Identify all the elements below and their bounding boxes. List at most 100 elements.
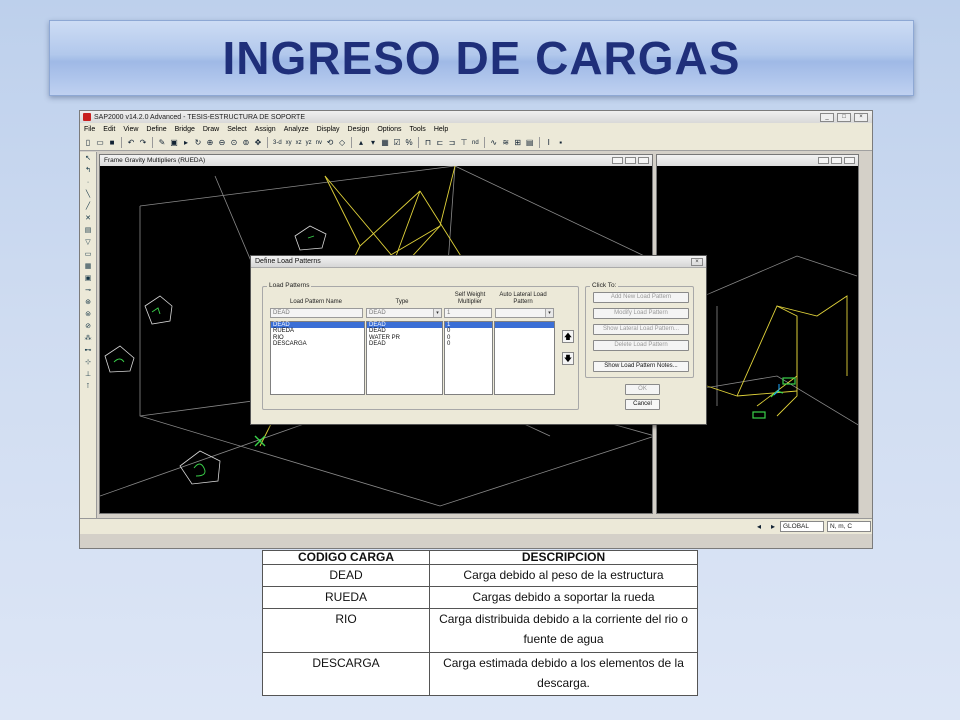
- run-icon[interactable]: ▸: [181, 138, 191, 148]
- area-icon[interactable]: ▤: [83, 226, 94, 236]
- quick-draw-icon[interactable]: ╱: [83, 202, 94, 212]
- menu-item-help[interactable]: Help: [434, 126, 448, 133]
- menu-item-define[interactable]: Define: [146, 126, 166, 133]
- get-previous-icon[interactable]: ⊜: [83, 310, 94, 320]
- show-lateral-load-pattern-button[interactable]: Show Lateral Load Pattern...: [593, 324, 689, 335]
- display-options-icon[interactable]: ▪: [556, 138, 566, 148]
- move-up-button[interactable]: 🡅: [562, 330, 574, 343]
- redo-icon[interactable]: ↷: [138, 138, 148, 148]
- zoom-out-icon[interactable]: ⊖: [217, 138, 227, 148]
- frame-release-icon[interactable]: ⊤: [459, 138, 469, 148]
- snap-intersection-icon[interactable]: ⊹: [83, 358, 94, 368]
- poly-area-icon[interactable]: ▽: [83, 238, 94, 248]
- reshape-icon[interactable]: ↰: [83, 166, 94, 176]
- view-nd-button[interactable]: nd: [471, 140, 480, 146]
- dialog-close-button[interactable]: ×: [691, 257, 703, 266]
- menu-item-file[interactable]: File: [84, 126, 95, 133]
- view-maximize-button[interactable]: [831, 157, 842, 164]
- zoom-full-icon[interactable]: ⊚: [241, 138, 251, 148]
- delete-load-pattern-button[interactable]: Delete Load Pattern: [593, 340, 689, 351]
- load-type-list[interactable]: DEAD DEAD WATER PR DEAD: [366, 321, 443, 395]
- self-weight-list[interactable]: 1000: [444, 321, 493, 395]
- menu-item-assign[interactable]: Assign: [255, 126, 276, 133]
- draw-frame-icon[interactable]: ╲: [83, 190, 94, 200]
- move-down-icon[interactable]: ▾: [368, 138, 378, 148]
- new-file-icon[interactable]: ▯: [83, 138, 93, 148]
- menu-item-edit[interactable]: Edit: [103, 126, 115, 133]
- scroll-right-icon[interactable]: ▸: [768, 522, 778, 532]
- self-weight-item[interactable]: 0: [445, 341, 492, 347]
- menu-item-bridge[interactable]: Bridge: [175, 126, 195, 133]
- view-maximize-button[interactable]: [625, 157, 636, 164]
- add-load-pattern-button[interactable]: Add New Load Pattern: [593, 292, 689, 303]
- minimize-button[interactable]: _: [820, 112, 834, 122]
- modify-load-pattern-button[interactable]: Modify Load Pattern: [593, 308, 689, 319]
- menu-item-display[interactable]: Display: [317, 126, 340, 133]
- auto-lateral-item[interactable]: [495, 341, 554, 347]
- perspective-icon[interactable]: ◇: [337, 138, 347, 148]
- pan-icon[interactable]: ✥: [253, 138, 263, 148]
- zoom-window-icon[interactable]: ⊙: [229, 138, 239, 148]
- snap-lines-icon[interactable]: ⊺: [83, 382, 94, 392]
- view-close-button[interactable]: [638, 157, 649, 164]
- solid-icon[interactable]: ▣: [83, 274, 94, 284]
- menu-item-select[interactable]: Select: [227, 126, 246, 133]
- rect-area-icon[interactable]: ▭: [83, 250, 94, 260]
- forces-icon[interactable]: ≋: [501, 138, 511, 148]
- move-up-icon[interactable]: ▴: [356, 138, 366, 148]
- view-xy-button[interactable]: xy: [285, 140, 293, 146]
- link-icon[interactable]: ⊸: [83, 286, 94, 296]
- view-minimize-button[interactable]: [818, 157, 829, 164]
- units-select[interactable]: N, m, C: [827, 521, 871, 532]
- close-button[interactable]: ×: [854, 112, 868, 122]
- view-xz-button[interactable]: xz: [295, 140, 303, 146]
- section-designer-icon[interactable]: I: [544, 138, 554, 148]
- load-pattern-name-list[interactable]: DEAD RUEDA RIO DESCARGA: [270, 321, 365, 395]
- chevron-down-icon[interactable]: ▾: [433, 309, 441, 317]
- zoom-in-icon[interactable]: ⊕: [205, 138, 215, 148]
- deformed-shape-icon[interactable]: ∿: [489, 138, 499, 148]
- frame-draw-icon[interactable]: ⊏: [435, 138, 445, 148]
- maximize-button[interactable]: □: [837, 112, 851, 122]
- menu-item-analyze[interactable]: Analyze: [284, 126, 309, 133]
- point-icon[interactable]: ·: [83, 178, 94, 188]
- load-type-select[interactable]: DEAD ▾: [366, 308, 442, 318]
- output-icon[interactable]: ▤: [525, 138, 535, 148]
- open-file-icon[interactable]: ▭: [95, 138, 105, 148]
- menu-item-design[interactable]: Design: [348, 126, 370, 133]
- lock-icon[interactable]: ▣: [169, 138, 179, 148]
- self-weight-input[interactable]: 1: [444, 308, 492, 318]
- menu-item-options[interactable]: Options: [377, 126, 401, 133]
- chevron-down-icon[interactable]: ▾: [545, 309, 553, 317]
- grid-icon[interactable]: ▦: [380, 138, 390, 148]
- view-minimize-button[interactable]: [612, 157, 623, 164]
- load-pattern-name-item[interactable]: DESCARGA: [271, 341, 364, 347]
- undo-icon[interactable]: ↶: [126, 138, 136, 148]
- ok-button[interactable]: OK: [625, 384, 660, 395]
- load-type-item[interactable]: DEAD: [367, 341, 442, 347]
- auto-lateral-select[interactable]: ▾: [495, 308, 554, 318]
- select-all-icon[interactable]: ⊛: [83, 298, 94, 308]
- coordinate-system-select[interactable]: GLOBAL: [780, 521, 824, 532]
- move-down-button[interactable]: 🡇: [562, 352, 574, 365]
- pointer-icon[interactable]: ↖: [83, 154, 94, 164]
- rotate-icon[interactable]: ↻: [193, 138, 203, 148]
- save-icon[interactable]: ■: [107, 138, 117, 148]
- frame-section-icon[interactable]: ⊐: [447, 138, 457, 148]
- menu-item-view[interactable]: View: [123, 126, 138, 133]
- pencil-icon[interactable]: ✎: [157, 138, 167, 148]
- view-3d-button[interactable]: 3-d: [272, 140, 283, 146]
- snap-perpendicular-icon[interactable]: ⊥: [83, 370, 94, 380]
- show-load-pattern-notes-button[interactable]: Show Load Pattern Notes...: [593, 361, 689, 372]
- load-pattern-name-input[interactable]: DEAD: [270, 308, 363, 318]
- view-nv-button[interactable]: nv: [315, 140, 323, 146]
- frame-icon[interactable]: ⊓: [423, 138, 433, 148]
- percent-icon[interactable]: %: [404, 138, 414, 148]
- brace-icon[interactable]: ✕: [83, 214, 94, 224]
- view-yz-button[interactable]: yz: [305, 140, 313, 146]
- view-close-button[interactable]: [844, 157, 855, 164]
- clear-selection-icon[interactable]: ⊘: [83, 322, 94, 332]
- scroll-left-icon[interactable]: ◂: [754, 522, 764, 532]
- animation-icon[interactable]: ⊞: [513, 138, 523, 148]
- check-icon[interactable]: ☑: [392, 138, 402, 148]
